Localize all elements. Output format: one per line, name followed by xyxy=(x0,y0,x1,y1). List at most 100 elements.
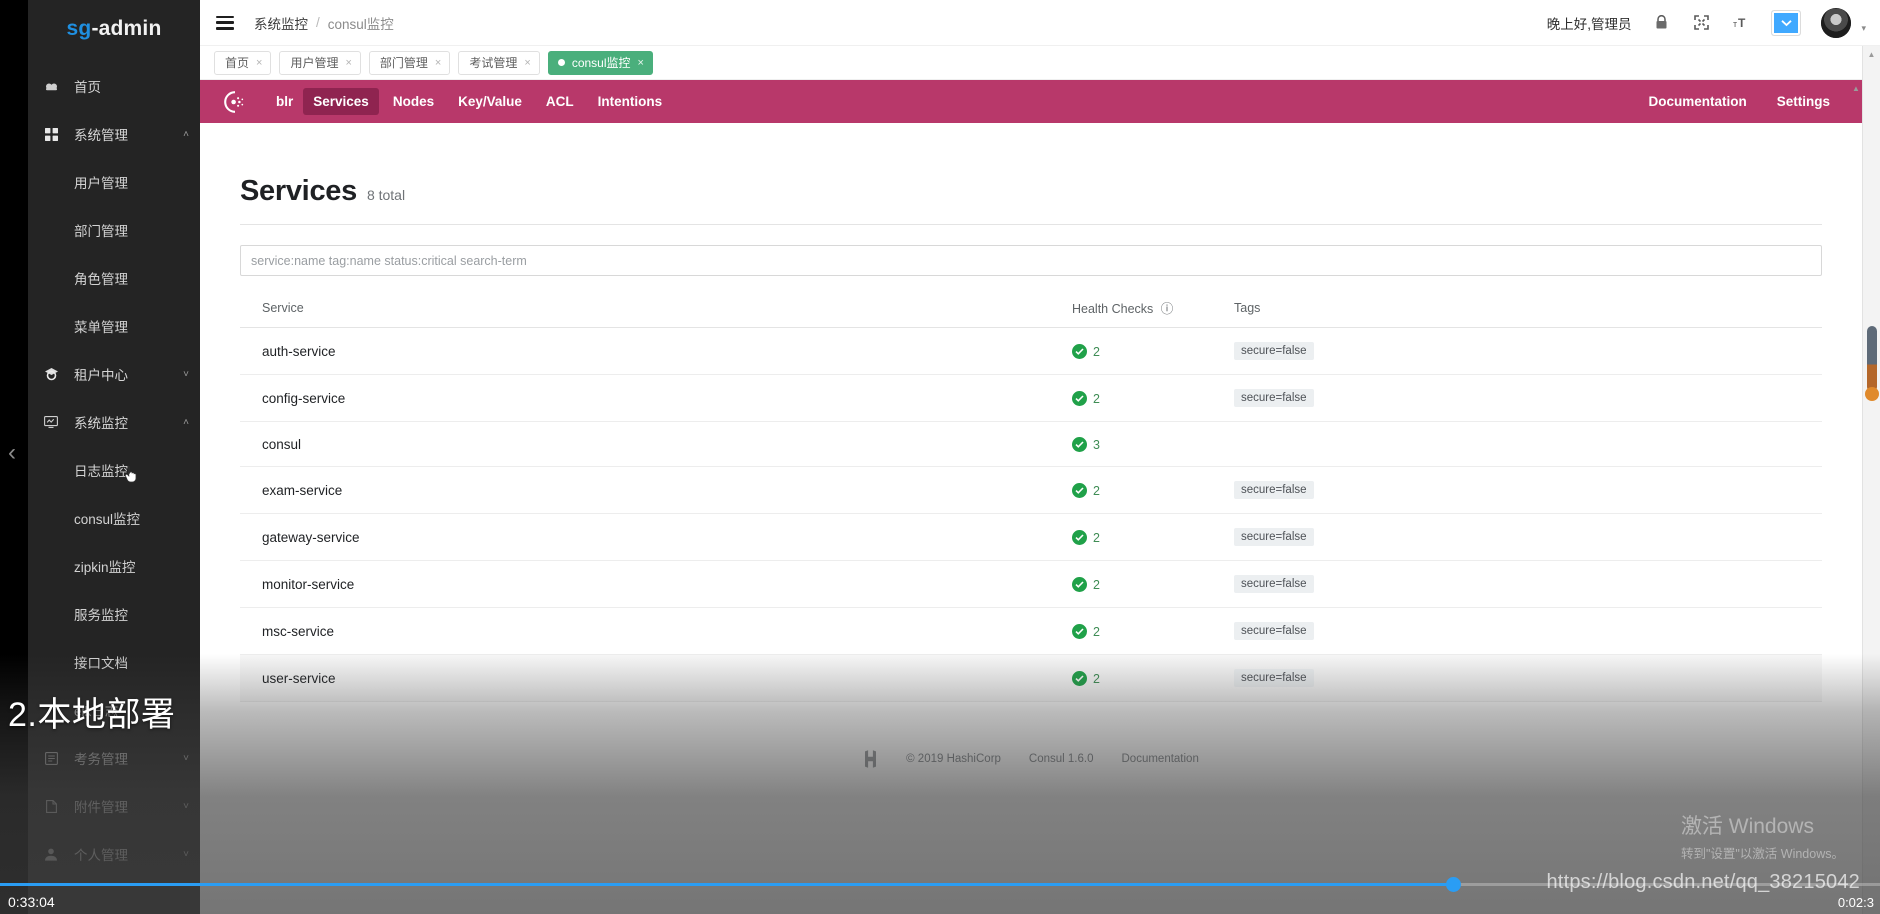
app-logo[interactable]: sg -admin xyxy=(28,6,200,52)
tag-chip: secure=false xyxy=(1234,669,1314,687)
tab-close-icon[interactable]: × xyxy=(435,57,441,69)
fullscreen-icon[interactable] xyxy=(1691,13,1711,33)
cell-service-name[interactable]: gateway-service xyxy=(240,513,1072,561)
cell-service-name[interactable]: user-service xyxy=(240,654,1072,702)
consul-datacenter[interactable]: blr xyxy=(266,88,299,115)
sidebar-item-16[interactable]: 个人管理 ˅ xyxy=(28,830,200,878)
tab-close-icon[interactable]: × xyxy=(638,57,644,69)
sidebar-item-7[interactable]: 系统监控 ˄ xyxy=(28,398,200,446)
consul-body: Services 8 total Service Health Checks ⓘ… xyxy=(200,123,1862,702)
table-row[interactable]: gateway-service 2 secure=false xyxy=(240,513,1822,561)
sidebar-item-11[interactable]: 服务监控 xyxy=(28,590,200,638)
table-header-row: Service Health Checks ⓘ Tags xyxy=(240,298,1822,328)
video-progress-bar[interactable] xyxy=(0,877,1880,892)
inner-scrollbar[interactable]: ▲ xyxy=(1851,80,1862,914)
lock-icon[interactable] xyxy=(1651,13,1671,33)
consul-nav-key-value[interactable]: Key/Value xyxy=(448,88,532,115)
health-check-count: 2 xyxy=(1093,391,1100,406)
consul-nav-settings[interactable]: Settings xyxy=(1767,88,1840,115)
logo-suffix: -admin xyxy=(91,17,162,40)
sidebar-item-3[interactable]: 部门管理 xyxy=(28,206,200,254)
table-row[interactable]: user-service 2 secure=false xyxy=(240,654,1822,702)
tab-1[interactable]: 用户管理 × xyxy=(279,50,361,75)
sidebar-item-9[interactable]: consul监控 xyxy=(28,494,200,542)
cell-service-name[interactable]: exam-service xyxy=(240,466,1072,514)
chevron-down-icon[interactable]: ˅ xyxy=(172,753,200,764)
scroll-up-arrow-icon[interactable]: ▲ xyxy=(1863,46,1880,62)
sidebar-item-label: 系统监控 xyxy=(74,416,128,431)
search-input[interactable] xyxy=(240,245,1822,276)
chevron-up-icon[interactable]: ˄ xyxy=(172,417,200,428)
grid-icon xyxy=(28,127,74,141)
chevron-down-icon[interactable]: ˅ xyxy=(172,369,200,380)
sidebar-item-14[interactable]: 考务管理 ˅ xyxy=(28,734,200,782)
sidebar-item-5[interactable]: 菜单管理 xyxy=(28,302,200,350)
tab-3[interactable]: 考试管理 × xyxy=(458,50,540,75)
exam-icon xyxy=(28,751,74,765)
consul-nav-services[interactable]: Services xyxy=(303,88,379,115)
avatar[interactable] xyxy=(1821,7,1852,38)
table-row[interactable]: exam-service 2 secure=false xyxy=(240,466,1822,514)
chevron-down-icon[interactable]: ˅ xyxy=(172,801,200,812)
video-progress-fill xyxy=(0,883,1454,886)
tab-close-icon[interactable]: × xyxy=(345,57,351,69)
tab-strip: 首页 × 用户管理 × 部门管理 × 考试管理 × consul监控 × xyxy=(200,46,1880,80)
table-row[interactable]: config-service 2 secure=false xyxy=(240,374,1822,422)
consul-nav-nodes[interactable]: Nodes xyxy=(383,88,444,115)
tab-close-icon[interactable]: × xyxy=(524,57,530,69)
tab-0[interactable]: 首页 × xyxy=(214,50,272,75)
cell-service-name[interactable]: monitor-service xyxy=(240,560,1072,608)
sidebar-item-1[interactable]: 系统管理 ˄ xyxy=(28,110,200,158)
sidebar-item-10[interactable]: zipkin监控 xyxy=(28,542,200,590)
cell-service-name[interactable]: consul xyxy=(240,421,1072,467)
scrollbar-thumb[interactable] xyxy=(1865,326,1879,401)
scroll-up-arrow-inner-icon[interactable]: ▲ xyxy=(1852,84,1860,93)
info-icon[interactable]: ⓘ xyxy=(1161,302,1174,316)
cell-service-name[interactable]: msc-service xyxy=(240,607,1072,655)
footer-documentation-link[interactable]: Documentation xyxy=(1122,753,1199,765)
cell-service-name[interactable]: config-service xyxy=(240,374,1072,422)
sidebar-item-8[interactable]: 日志监控 xyxy=(28,446,200,494)
consul-nav-acl[interactable]: ACL xyxy=(536,88,584,115)
table-row[interactable]: consul 3 xyxy=(240,421,1822,467)
tab-label: 部门管理 xyxy=(379,56,428,70)
breadcrumb-parent[interactable]: 系统监控 xyxy=(254,13,308,33)
monitor-icon xyxy=(28,416,74,428)
tab-2[interactable]: 部门管理 × xyxy=(368,50,451,75)
consul-logo-icon[interactable] xyxy=(222,89,248,115)
tab-label: 用户管理 xyxy=(290,56,339,70)
table-row[interactable]: auth-service 2 secure=false xyxy=(240,327,1822,375)
theme-dropdown-button[interactable] xyxy=(1771,9,1802,36)
sidebar-item-4[interactable]: 角色管理 xyxy=(28,254,200,302)
cell-health-checks: 2 xyxy=(1072,374,1222,422)
consul-nav-documentation[interactable]: Documentation xyxy=(1638,88,1756,115)
avatar-caret-icon[interactable]: ▾ xyxy=(1861,23,1866,38)
watermark-line-1: 激活 Windows xyxy=(1680,815,1814,838)
breadcrumb: 系统监控 / consul监控 xyxy=(254,13,394,33)
consul-nav-intentions[interactable]: Intentions xyxy=(588,88,673,115)
tab-close-icon[interactable]: × xyxy=(256,57,262,69)
video-time-remaining: 0:02:3 xyxy=(1837,895,1874,910)
cell-tags xyxy=(1222,421,1822,467)
sidebar-item-2[interactable]: 用户管理 xyxy=(28,158,200,206)
chevron-down-icon[interactable]: ˅ xyxy=(172,849,200,860)
sidebar-item-label: zipkin监控 xyxy=(74,560,136,575)
file-icon xyxy=(28,799,74,813)
sidebar-item-0[interactable]: 首页 xyxy=(28,62,200,110)
footer-version: Consul 1.6.0 xyxy=(1028,753,1094,765)
hamburger-icon[interactable] xyxy=(216,15,234,30)
tab-4[interactable]: consul监控 × xyxy=(547,50,653,75)
chevron-up-icon[interactable]: ˄ xyxy=(172,129,200,140)
text-size-icon[interactable]: тT xyxy=(1731,13,1751,33)
cell-tags: secure=false xyxy=(1222,654,1822,702)
header-actions: 晚上好,管理员 тT ▾ xyxy=(1547,7,1880,38)
sidebar-item-6[interactable]: 租户中心 ˅ xyxy=(28,350,200,398)
sidebar-item-15[interactable]: 附件管理 ˅ xyxy=(28,782,200,830)
breadcrumb-current: consul监控 xyxy=(327,16,394,32)
table-row[interactable]: msc-service 2 secure=false xyxy=(240,607,1822,655)
chevron-left-icon[interactable]: ‹ xyxy=(3,438,21,468)
cell-service-name[interactable]: auth-service xyxy=(240,327,1072,375)
page-scrollbar[interactable]: ▲ xyxy=(1862,46,1880,914)
table-row[interactable]: monitor-service 2 secure=false xyxy=(240,560,1822,608)
sidebar-item-12[interactable]: 接口文档 xyxy=(28,638,200,686)
